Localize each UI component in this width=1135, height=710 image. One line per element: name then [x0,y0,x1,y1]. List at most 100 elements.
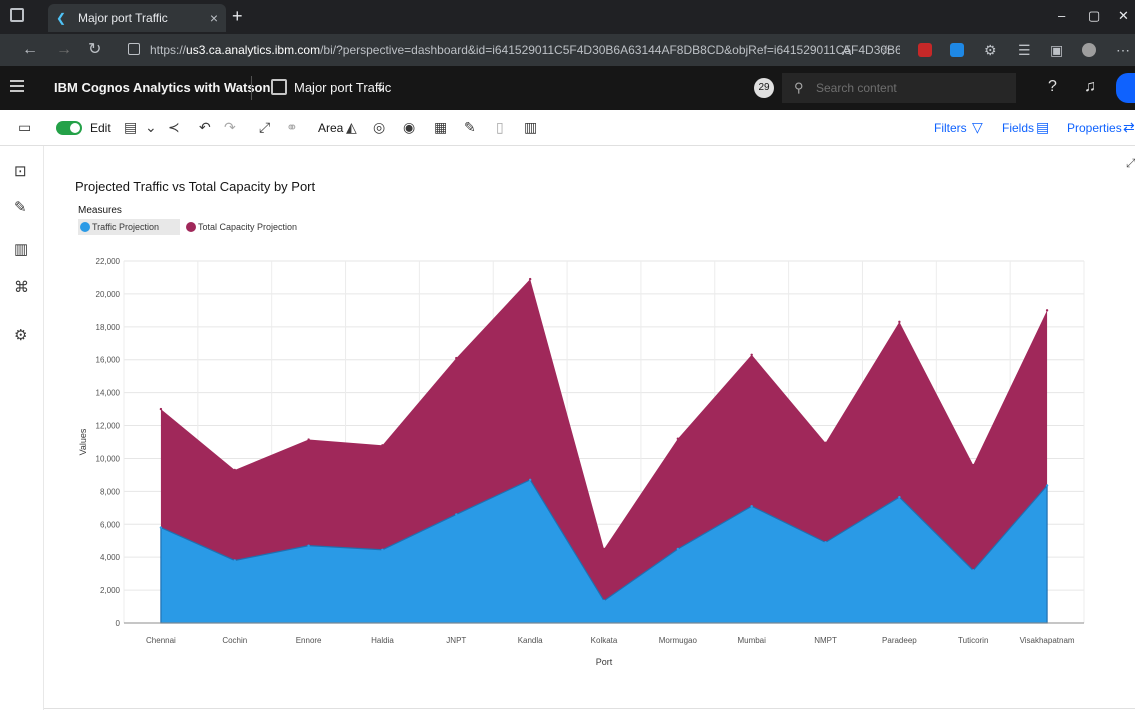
table-icon[interactable]: ▦ [434,119,447,136]
data-point[interactable] [307,544,310,547]
minimize-icon[interactable]: – [1058,8,1065,23]
y-tick-label: 14,000 [96,389,121,398]
restore-icon[interactable]: ▢ [1088,8,1100,24]
search-input[interactable]: ⚲ Search content [782,73,1016,103]
focus-expand-icon[interactable]: ⤢ [259,119,270,136]
forward-icon[interactable]: → [56,42,72,58]
filter-icon[interactable]: ▽ [972,119,983,136]
x-axis-label: Port [596,657,613,667]
menu-icon[interactable] [10,80,24,92]
data-point[interactable] [381,444,384,447]
edit-toggle[interactable] [56,121,82,135]
save-chevron-down-icon[interactable]: ⌄ [145,119,157,136]
x-tick-label: Ennore [296,636,322,645]
delete-icon[interactable]: ▥ [524,119,537,136]
data-point[interactable] [898,495,901,499]
data-point[interactable] [528,478,532,482]
extensions-icon[interactable]: ⚙ [984,42,997,59]
pin-icon[interactable]: ✎ [464,119,476,136]
x-tick-label: Chennai [146,636,176,645]
app-brand: IBM Cognos Analytics with Watson [54,80,271,95]
area-chart-icon[interactable]: ◭ [346,119,357,136]
left-rail: ⊡ ✎ ▥ ⌘ ⚙ [0,146,44,710]
extension-red-icon[interactable] [918,43,932,57]
data-point[interactable] [824,541,827,544]
browser-tab[interactable]: ❮ Major port Traffic × [48,4,226,32]
app-header: IBM Cognos Analytics with Watson Major p… [0,66,1135,110]
copy-icon[interactable]: ▯ [496,119,504,136]
undo-icon[interactable]: ↶ [199,119,211,136]
favorite-star-icon[interactable]: ☆ [880,42,893,59]
search-icon: ⚲ [794,80,804,95]
assistant-icon[interactable]: ⚙ [14,326,27,344]
x-tick-label: Kolkata [591,636,618,645]
data-point[interactable] [233,559,236,562]
data-point[interactable] [972,569,975,572]
save-icon[interactable]: ▤ [124,119,137,136]
data-point[interactable] [750,353,753,356]
tab-title: Major port Traffic [78,11,168,25]
properties-button[interactable]: Properties [1067,121,1122,135]
extension-blue-icon[interactable] [950,43,964,57]
notifications-bell-icon[interactable]: ♫ [1084,78,1096,96]
data-point[interactable] [1045,484,1049,487]
x-tick-label: NMPT [814,636,837,645]
visualizations-icon[interactable]: ▥ [14,240,28,258]
reload-icon[interactable]: ↻ [88,42,101,58]
tab-actions-icon[interactable] [10,8,24,22]
fields-icon[interactable]: ▤ [1036,119,1049,136]
back-icon[interactable]: ← [22,42,38,58]
profile-icon[interactable] [1082,43,1096,57]
data-sources-icon[interactable]: ⊡ [14,162,27,180]
data-point[interactable] [307,438,310,441]
fields-button[interactable]: Fields [1002,121,1034,135]
collections-icon[interactable]: ▣ [1050,42,1063,59]
new-tab-icon[interactable]: + [232,6,243,27]
insights-icon[interactable]: ◉ [403,119,415,136]
pins-icon[interactable]: ✎ [14,198,27,216]
viz-type-label[interactable]: Area [318,121,343,135]
data-point[interactable] [159,526,163,529]
filters-button[interactable]: Filters [934,121,967,135]
help-icon[interactable]: ? [1048,78,1057,96]
close-window-icon[interactable]: ✕ [1118,8,1129,24]
x-tick-label: Kandla [518,636,543,645]
data-point[interactable] [159,407,163,411]
data-point[interactable] [528,277,532,281]
dashboard-icon [271,79,287,95]
close-tab-icon[interactable]: × [210,10,218,26]
y-tick-label: 2,000 [100,586,121,595]
data-point[interactable] [898,320,901,324]
more-icon[interactable]: ⋯ [1116,42,1130,59]
url-field[interactable]: https://us3.ca.analytics.ibm.com/bi/?per… [150,41,900,61]
redo-icon[interactable]: ↷ [224,119,236,136]
data-point[interactable] [972,463,975,467]
notification-badge[interactable]: 29 [754,78,774,98]
data-point[interactable] [1045,309,1049,312]
y-tick-label: 6,000 [100,520,121,529]
comment-icon[interactable]: ▭ [18,119,31,136]
properties-icon[interactable]: ⇄ [1123,119,1135,136]
data-point[interactable] [602,547,606,551]
color-palette-icon[interactable]: ◎ [373,119,385,136]
data-point[interactable] [233,468,236,472]
data-point[interactable] [455,356,458,360]
x-tick-label: Paradeep [882,636,917,645]
connect-icon[interactable]: ⚭ [286,119,298,136]
avatar[interactable] [1116,73,1135,103]
favorites-icon[interactable]: ☰ [1018,42,1031,59]
data-point[interactable] [455,513,458,516]
data-point[interactable] [750,504,753,508]
browser-tab-bar: ❮ Major port Traffic × + – ▢ ✕ [0,0,1135,34]
data-point[interactable] [676,437,680,440]
data-point[interactable] [381,548,384,551]
widgets-icon[interactable]: ⌘ [14,278,29,296]
share-icon[interactable]: ≺ [168,119,180,136]
chevron-down-icon[interactable]: ⌄ [375,78,387,95]
data-point[interactable] [602,599,606,602]
data-point[interactable] [676,547,680,551]
data-point[interactable] [824,441,827,445]
read-aloud-icon[interactable]: A [842,42,851,58]
header-divider [251,76,252,100]
canvas-bottom-divider [44,708,1135,709]
